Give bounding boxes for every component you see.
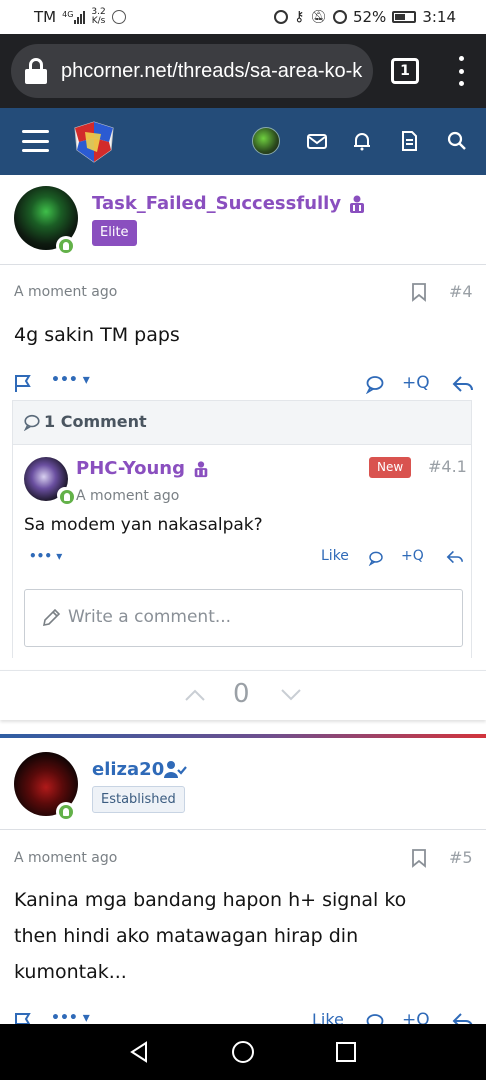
comment-count-icon	[23, 414, 40, 431]
back-icon[interactable]	[128, 1040, 152, 1064]
data-speed: 3.2 K/s	[91, 7, 106, 26]
post-body-line: Kanina mga bandang hapon h+ signal ko	[14, 889, 407, 911]
user-check-icon	[164, 761, 187, 778]
status-bar: TM 4G 3.2 K/s ⚷ 🔕︎ 52% 3:14	[0, 0, 486, 34]
user-avatar[interactable]	[252, 127, 280, 155]
comment-section: 1 Comment PHC-Young New #4.1 A moment ag…	[12, 400, 472, 658]
mute-icon: 🔕︎	[310, 9, 327, 25]
elite-rank-icon	[350, 195, 364, 213]
face-icon	[111, 10, 126, 24]
more-options-button[interactable]: ••• ▾	[51, 372, 90, 388]
comment-placeholder: Write a comment...	[68, 607, 232, 627]
comment-icon[interactable]	[368, 550, 384, 566]
clock: 3:14	[422, 8, 456, 26]
post-number[interactable]: #4	[449, 282, 473, 301]
signal-icon: 4G	[62, 10, 86, 24]
network-type: 4G	[62, 10, 74, 19]
url-text[interactable]: phcorner.net/threads/sa-area-ko-k	[61, 60, 362, 83]
vote-count: 0	[233, 679, 250, 709]
bookmark-icon[interactable]	[411, 282, 427, 302]
rank-badge: Established	[92, 786, 185, 813]
post-number[interactable]: #5	[449, 848, 473, 867]
hamburger-icon[interactable]	[22, 130, 49, 152]
key-icon: ⚷	[294, 9, 305, 25]
mail-icon[interactable]	[306, 130, 328, 152]
post-time[interactable]: A moment ago	[14, 284, 117, 300]
address-bar[interactable]: phcorner.net/threads/sa-area-ko-k	[11, 44, 373, 98]
post-body-line: then hindi ako matawagan hirap din	[14, 925, 359, 947]
elite-rank-icon	[194, 461, 208, 478]
reply-icon[interactable]	[452, 374, 474, 394]
document-icon[interactable]	[398, 130, 420, 152]
tab-switcher-button[interactable]: 1	[391, 58, 419, 84]
post-time[interactable]: A moment ago	[14, 850, 117, 866]
lock-icon	[25, 58, 47, 84]
comment-body: Sa modem yan nakasalpak?	[24, 515, 263, 535]
quote-button[interactable]: +Q	[402, 373, 430, 393]
recents-icon[interactable]	[334, 1040, 358, 1064]
alarm-icon	[274, 10, 289, 24]
home-icon[interactable]	[231, 1040, 255, 1064]
bell-icon[interactable]	[351, 130, 373, 152]
new-badge: New	[369, 457, 412, 478]
comment-input[interactable]: Write a comment...	[24, 589, 463, 647]
comment-header: 1 Comment	[13, 401, 471, 445]
online-status-icon	[56, 236, 76, 256]
speed-icon	[332, 10, 347, 24]
battery-percent: 52%	[352, 8, 387, 26]
online-status-icon	[56, 802, 76, 822]
vote-bar: 0	[0, 670, 486, 720]
arrow-down-icon[interactable]	[280, 688, 302, 702]
username[interactable]: Task_Failed_Successfully	[92, 193, 341, 214]
quote-button[interactable]: +Q	[401, 548, 424, 564]
pencil-icon	[42, 608, 61, 627]
comment-icon[interactable]	[365, 374, 385, 394]
comment-number[interactable]: #4.1	[428, 457, 467, 476]
rank-badge: Elite	[92, 220, 137, 246]
carrier-label: TM	[34, 8, 57, 26]
arrow-up-icon[interactable]	[184, 688, 206, 702]
site-logo[interactable]	[71, 120, 117, 164]
comment-count[interactable]: 1 Comment	[44, 412, 147, 431]
search-icon[interactable]	[446, 130, 468, 152]
username[interactable]: eliza20	[92, 759, 164, 780]
android-nav-bar	[0, 1024, 486, 1080]
comment-time[interactable]: A moment ago	[76, 488, 179, 504]
browser-toolbar: phcorner.net/threads/sa-area-ko-k 1	[0, 34, 486, 108]
post-body-line: kumontak...	[14, 961, 127, 983]
commenter-username[interactable]: PHC-Young	[76, 458, 185, 479]
comment-more-button[interactable]: ••• ▾	[29, 549, 62, 563]
battery-icon	[392, 11, 417, 23]
browser-menu-icon[interactable]	[456, 56, 466, 86]
reply-icon[interactable]	[446, 549, 464, 565]
post-body: 4g sakin TM paps	[14, 324, 180, 346]
online-status-icon	[57, 487, 74, 504]
flag-icon[interactable]	[13, 373, 33, 393]
bookmark-icon[interactable]	[411, 848, 427, 868]
post-body: Kanina mga bandang hapon h+ signal ko th…	[14, 882, 406, 990]
like-button[interactable]: Like	[321, 548, 349, 564]
